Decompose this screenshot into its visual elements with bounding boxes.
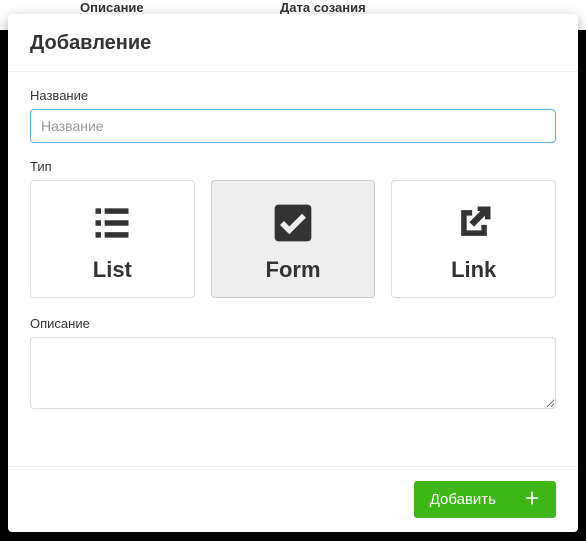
dialog-title: Добавление	[30, 32, 556, 55]
description-textarea[interactable]	[30, 337, 556, 409]
name-label: Название	[30, 88, 556, 103]
add-button-label: Добавить	[430, 491, 496, 508]
type-option-form[interactable]: Form	[211, 180, 376, 298]
external-link-icon	[400, 199, 547, 247]
type-option-list[interactable]: List	[30, 180, 195, 298]
dialog-header: Добавление	[8, 14, 578, 72]
check-square-icon	[220, 199, 367, 247]
description-label: Описание	[30, 316, 556, 331]
name-section: Название	[30, 88, 556, 143]
type-option-label: Form	[220, 257, 367, 283]
add-dialog: Добавление Название Тип List Fo	[8, 14, 578, 532]
type-option-label: Link	[400, 257, 547, 283]
dialog-body: Название Тип List Form	[8, 72, 578, 466]
type-label: Тип	[30, 159, 556, 174]
bg-col-description: Описание	[80, 0, 280, 15]
add-button[interactable]: Добавить ＋	[414, 481, 556, 518]
type-option-label: List	[39, 257, 186, 283]
description-section: Описание	[30, 316, 556, 414]
type-section: Тип List Form	[30, 159, 556, 298]
plus-icon: ＋	[524, 492, 540, 508]
type-option-link[interactable]: Link	[391, 180, 556, 298]
type-options: List Form Link	[30, 180, 556, 298]
list-icon	[39, 199, 186, 247]
name-input[interactable]	[30, 109, 556, 143]
dialog-footer: Добавить ＋	[8, 466, 578, 532]
bg-col-date: Дата созания	[280, 0, 366, 15]
